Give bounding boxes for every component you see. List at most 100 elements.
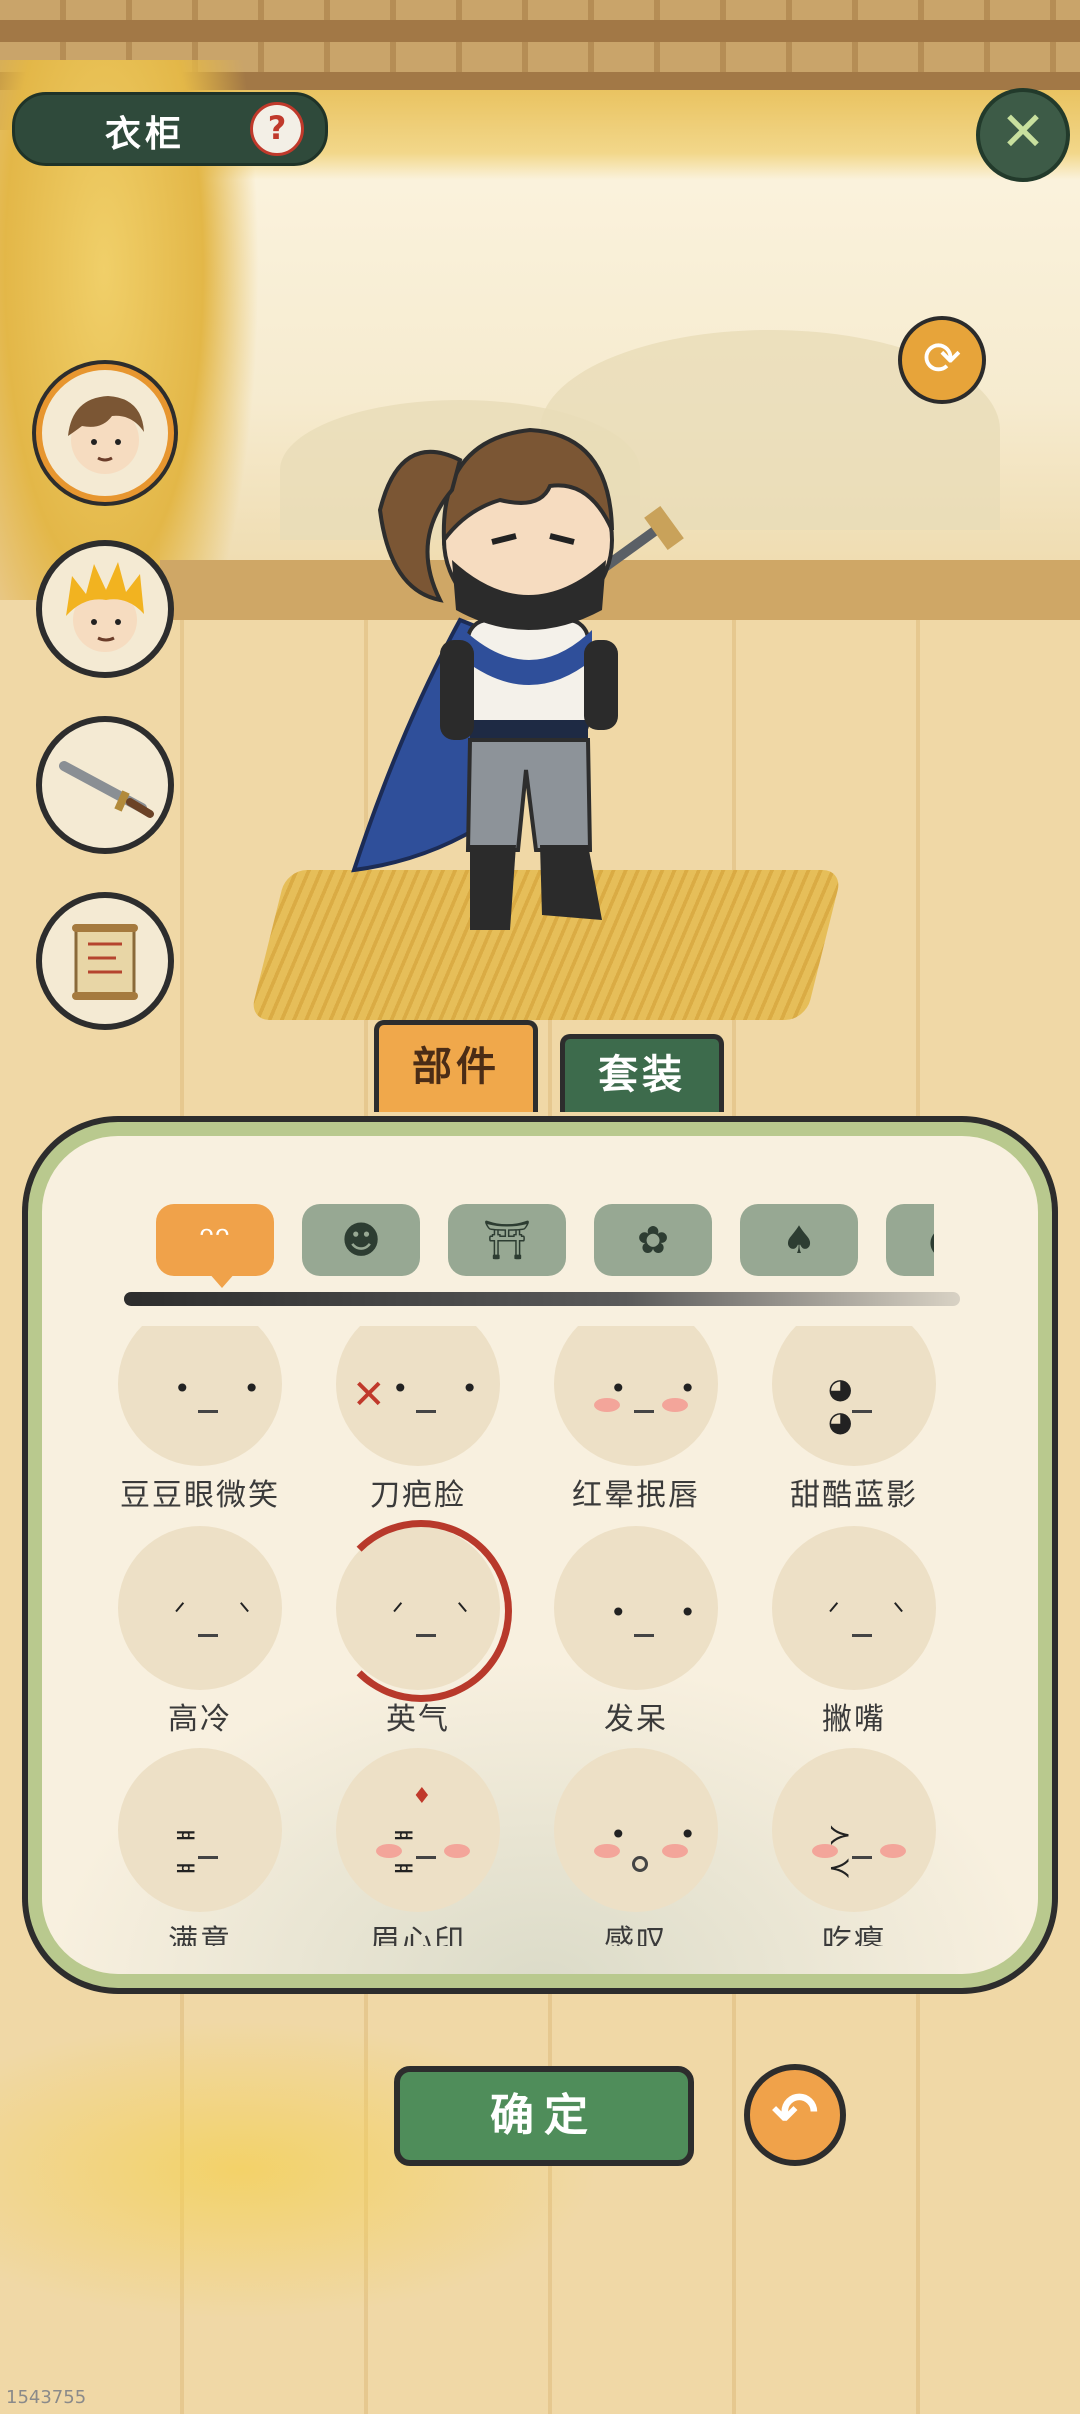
face-grid[interactable]: • • 豆豆眼微笑 • • ✕ 刀疤脸 • • 红晕抿唇 ◕ ◕ 甜酷蓝影 ᐟ … [110,1326,980,1946]
face-eyes: • • [392,1372,500,1405]
roof-beam [0,20,1080,42]
face-item-selected[interactable]: ᐟ ᐠ 英气 [328,1520,512,1737]
undo-button[interactable]: ↶ [744,2064,846,2166]
page-title: 衣柜 [105,113,186,155]
face-item[interactable]: ᐟ ᐠ 高冷 [110,1526,290,1737]
tab-parts-label: 部件 [412,1043,500,1090]
category-clothes[interactable]: ⛩ [448,1204,566,1276]
tab-parts[interactable]: 部件 [374,1020,538,1112]
flower-category-icon: ✿ [637,1218,669,1262]
face-eyes: • • [610,1596,718,1629]
face-thumbnail: ᐟ ᐠ [772,1526,936,1690]
blush-mark [880,1844,906,1858]
face-label: 发呆 [604,1702,668,1737]
corner-id: 1543755 [6,2387,87,2408]
help-button[interactable]: ? [250,102,304,156]
face-thumbnail: • • [554,1326,718,1466]
face-item[interactable]: ≖ ≖ 满意 [110,1748,290,1946]
close-button[interactable]: ✕ [976,88,1070,182]
face-label: 刀疤脸 [370,1478,466,1513]
face-label: 英气 [386,1702,450,1737]
category-pointer [208,1272,236,1288]
question-icon: ? [267,109,287,147]
face-item[interactable]: • • 发呆 [546,1526,726,1737]
blush-mark [444,1844,470,1858]
face-mouth [634,1410,654,1413]
face-category-icon: ᵔᵔ [199,1218,231,1262]
face-label: 高冷 [168,1702,232,1737]
undo-icon: ↶ [771,2081,819,2146]
face-mouth [198,1410,218,1413]
face-thumbnail: • • ✕ [336,1326,500,1466]
hair-category-icon: ☻ [341,1218,381,1262]
face-mouth [416,1634,436,1637]
confirm-label: 确定 [490,2090,598,2141]
category-more[interactable]: ● [886,1204,934,1276]
face-eyes: ᐟ ᐠ [174,1596,273,1629]
face-mouth [416,1410,436,1413]
face-item[interactable]: • • 感叹 [546,1748,726,1946]
clothes-category-icon: ⛩ [482,1218,532,1262]
face-item[interactable]: • • 红晕抿唇 [546,1326,726,1513]
scroll-icon [72,924,138,1000]
face-item[interactable]: • • 豆豆眼微笑 [110,1326,290,1513]
confirm-button[interactable]: 确定 [394,2066,694,2166]
hair-avatar-icon [68,396,144,474]
refresh-button[interactable]: ⟳ [898,316,986,404]
side-slot-golden-hair[interactable] [36,540,174,678]
face-item[interactable]: ≻ ≺ 吃瘪 [764,1748,944,1946]
face-thumbnail: • • [118,1326,282,1466]
tab-sets[interactable]: 套装 [560,1034,724,1112]
face-item[interactable]: ♦ ≖ ≖ 眉心印 [328,1748,508,1946]
side-slot-weapon[interactable] [36,716,174,854]
category-face[interactable]: ᵔᵔ [156,1204,274,1276]
sword-icon [59,761,154,818]
face-label: 撇嘴 [822,1702,886,1737]
blush-mark [376,1844,402,1858]
more-category-icon: ● [928,1218,934,1262]
floor-light [0,2020,600,2320]
face-label: 甜酷蓝影 [790,1478,918,1513]
face-thumbnail: ᐟ ᐠ [330,1520,512,1702]
face-mouth [852,1410,872,1413]
face-mouth [416,1856,436,1859]
face-label: 满意 [168,1924,232,1946]
face-mouth [632,1856,648,1872]
face-item[interactable]: ᐟ ᐠ 撇嘴 [764,1526,944,1737]
face-mouth [852,1634,872,1637]
face-eyes: ᐟ ᐠ [828,1596,927,1629]
close-icon: ✕ [1000,100,1046,163]
tab-sets-label: 套装 [598,1051,686,1098]
face-label: 感叹 [604,1924,668,1946]
face-eyes: ≖ ≖ [174,1818,220,1884]
side-slot-scroll[interactable] [36,892,174,1030]
blush-mark [812,1844,838,1858]
face-mouth [198,1856,218,1859]
face-label: 红晕抿唇 [572,1478,700,1513]
category-hair[interactable]: ☻ [302,1204,420,1276]
face-thumbnail: ◕ ◕ [772,1326,936,1466]
face-eyes: ᐟ ᐠ [392,1596,491,1629]
character-preview[interactable] [340,390,700,970]
category-hat[interactable]: ♠ [740,1204,858,1276]
hat-category-icon: ♠ [781,1218,817,1262]
face-thumbnail: ᐟ ᐠ [118,1526,282,1690]
face-thumbnail: ♦ ≖ ≖ [336,1748,500,1912]
refresh-icon: ⟳ [922,331,962,385]
face-eyes: • • [174,1372,282,1405]
side-slot-hair[interactable] [36,364,174,502]
face-item[interactable]: • • ✕ 刀疤脸 [328,1326,508,1513]
face-eyes: ◕ ◕ [828,1372,875,1438]
blush-mark [662,1398,688,1412]
brow-mark-icon: ♦ [412,1784,432,1809]
golden-hair-avatar-icon [66,562,144,652]
face-mouth [852,1856,872,1859]
face-label: 豆豆眼微笑 [120,1478,280,1513]
category-flower[interactable]: ✿ [594,1204,712,1276]
face-item[interactable]: ◕ ◕ 甜酷蓝影 [764,1326,944,1513]
face-label: 眉心印 [370,1924,466,1946]
category-bar[interactable]: ᵔᵔ ☻ ⛩ ✿ ♠ ● [130,1198,934,1282]
face-label: 吃瘪 [822,1924,886,1946]
face-mouth [634,1634,654,1637]
face-thumbnail: ≻ ≺ [772,1748,936,1912]
